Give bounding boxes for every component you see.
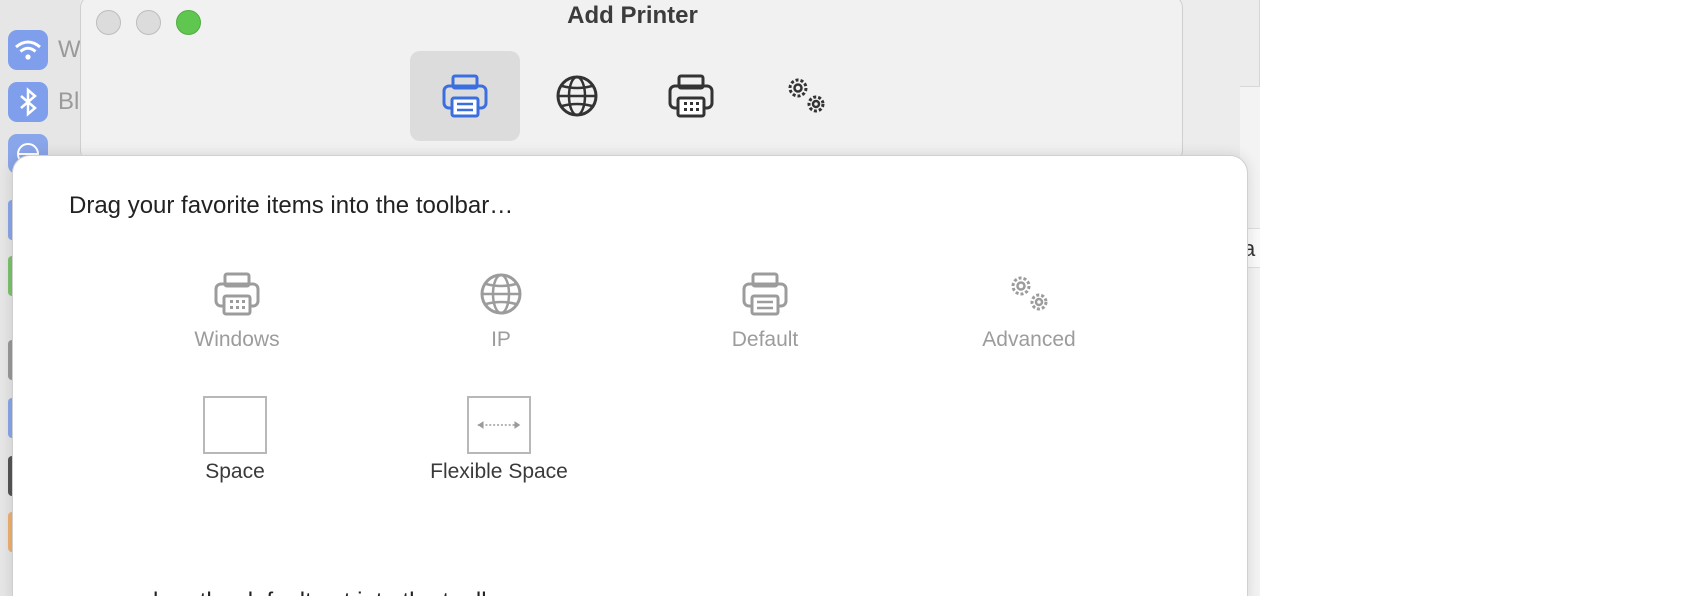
toolbar-windows-button[interactable] [636, 51, 746, 141]
globe-icon [556, 75, 598, 117]
gears-icon [1011, 276, 1048, 311]
toolbar-default-button[interactable] [410, 51, 520, 141]
sidebar-item-label: Bl [58, 88, 80, 115]
printer-icon [742, 272, 788, 316]
bluetooth-icon[interactable] [8, 82, 48, 122]
palette-item-label: Flexible Space [430, 460, 568, 483]
sheet-instructions: Drag your favorite items into the toolba… [69, 192, 514, 219]
flexible-space-placeholder [467, 396, 531, 454]
add-printer-window: Add Printer [80, 0, 1183, 164]
palette-item-windows[interactable]: Windows [137, 266, 337, 352]
double-arrow-icon [477, 421, 521, 429]
palette-item-label: Default [731, 328, 799, 351]
palette-item-default[interactable]: Default [665, 266, 865, 352]
gears-icon [788, 78, 825, 113]
windows-printer-icon [668, 74, 714, 118]
windows-printer-icon [214, 272, 260, 316]
palette-item-advanced[interactable]: Advanced [929, 266, 1129, 352]
space-placeholder [203, 396, 267, 454]
customize-toolbar-sheet: Drag your favorite items into the toolba… [12, 155, 1248, 596]
toolbar-ip-button[interactable] [522, 51, 632, 141]
palette-item-label: Windows [194, 328, 280, 351]
default-set-instructions: …or drag the default set into the toolba… [93, 588, 521, 596]
window-title: Add Printer [567, 2, 698, 29]
printer-icon [442, 74, 488, 118]
palette-item-flexible-space[interactable]: Flexible Space [399, 396, 599, 484]
palette-item-label: Advanced [982, 328, 1076, 351]
globe-icon [480, 273, 522, 315]
palette-item-label: IP [491, 328, 511, 351]
palette-item-space[interactable]: Space [135, 396, 335, 484]
sidebar-item-label: W [58, 36, 81, 63]
palette-item-label: Space [205, 460, 265, 483]
palette-item-ip[interactable]: IP [401, 266, 601, 352]
wifi-icon[interactable] [8, 30, 48, 70]
toolbar-advanced-button[interactable] [751, 51, 861, 141]
